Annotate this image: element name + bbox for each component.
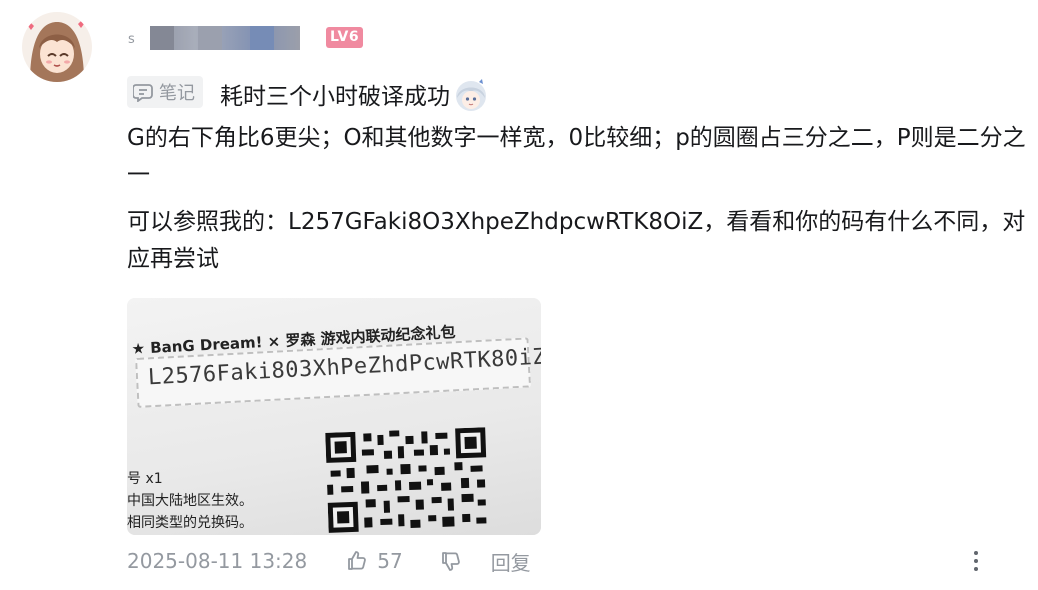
qr-code-icon — [325, 427, 487, 533]
level-badge: LV6 — [326, 27, 364, 48]
anime-girl-sticker-icon — [456, 79, 486, 111]
photo-fine-print-1: 号 x1 — [127, 471, 163, 487]
photo-fine-print-2: 中国大陆地区生效。 — [127, 493, 253, 509]
reply-button[interactable]: 回复 — [491, 547, 531, 576]
username-prefix: s — [128, 32, 135, 47]
more-dot-icon — [974, 559, 978, 563]
username-redacted[interactable] — [150, 26, 300, 50]
comment-timestamp: 2025-08-11 13:28 — [127, 549, 308, 573]
thumbs-up-icon — [348, 551, 367, 570]
comment-line-1: 耗时三个小时破译成功 — [220, 84, 450, 110]
dislike-button[interactable] — [439, 549, 463, 573]
avatar[interactable] — [22, 12, 92, 82]
photo-fine-print-3: 相同类型的兑换码。 — [127, 515, 253, 531]
more-options-button[interactable] — [966, 548, 986, 574]
note-icon — [133, 84, 153, 102]
note-tag-label: 笔记 — [159, 83, 195, 104]
comment-paragraph-1: G的右下角比6更尖；O和其他数字一样宽，0比较细；p的圆圈占三分之二，P则是二分… — [127, 125, 1026, 188]
thumbs-down-icon — [441, 552, 460, 571]
note-tag[interactable]: 笔记 — [127, 76, 203, 108]
like-button[interactable]: 57 — [345, 549, 403, 573]
comment-title-line: 耗时三个小时破译成功 — [220, 79, 490, 114]
anime-avatar-icon — [22, 12, 92, 82]
comment-image[interactable]: ★ BanG Dream! × 罗森 游戏内联动纪念礼包 L2576Faki80… — [127, 298, 541, 535]
comment-paragraph-2: 可以参照我的：L257GFaki8O3XhpeZhdpcwRTK8OiZ，看看和… — [127, 209, 1026, 272]
like-count: 57 — [377, 549, 403, 573]
comment-meta-row: 2025-08-11 13:28 57 回复 — [127, 546, 1007, 576]
more-dot-icon — [974, 551, 978, 555]
more-dot-icon — [974, 567, 978, 571]
